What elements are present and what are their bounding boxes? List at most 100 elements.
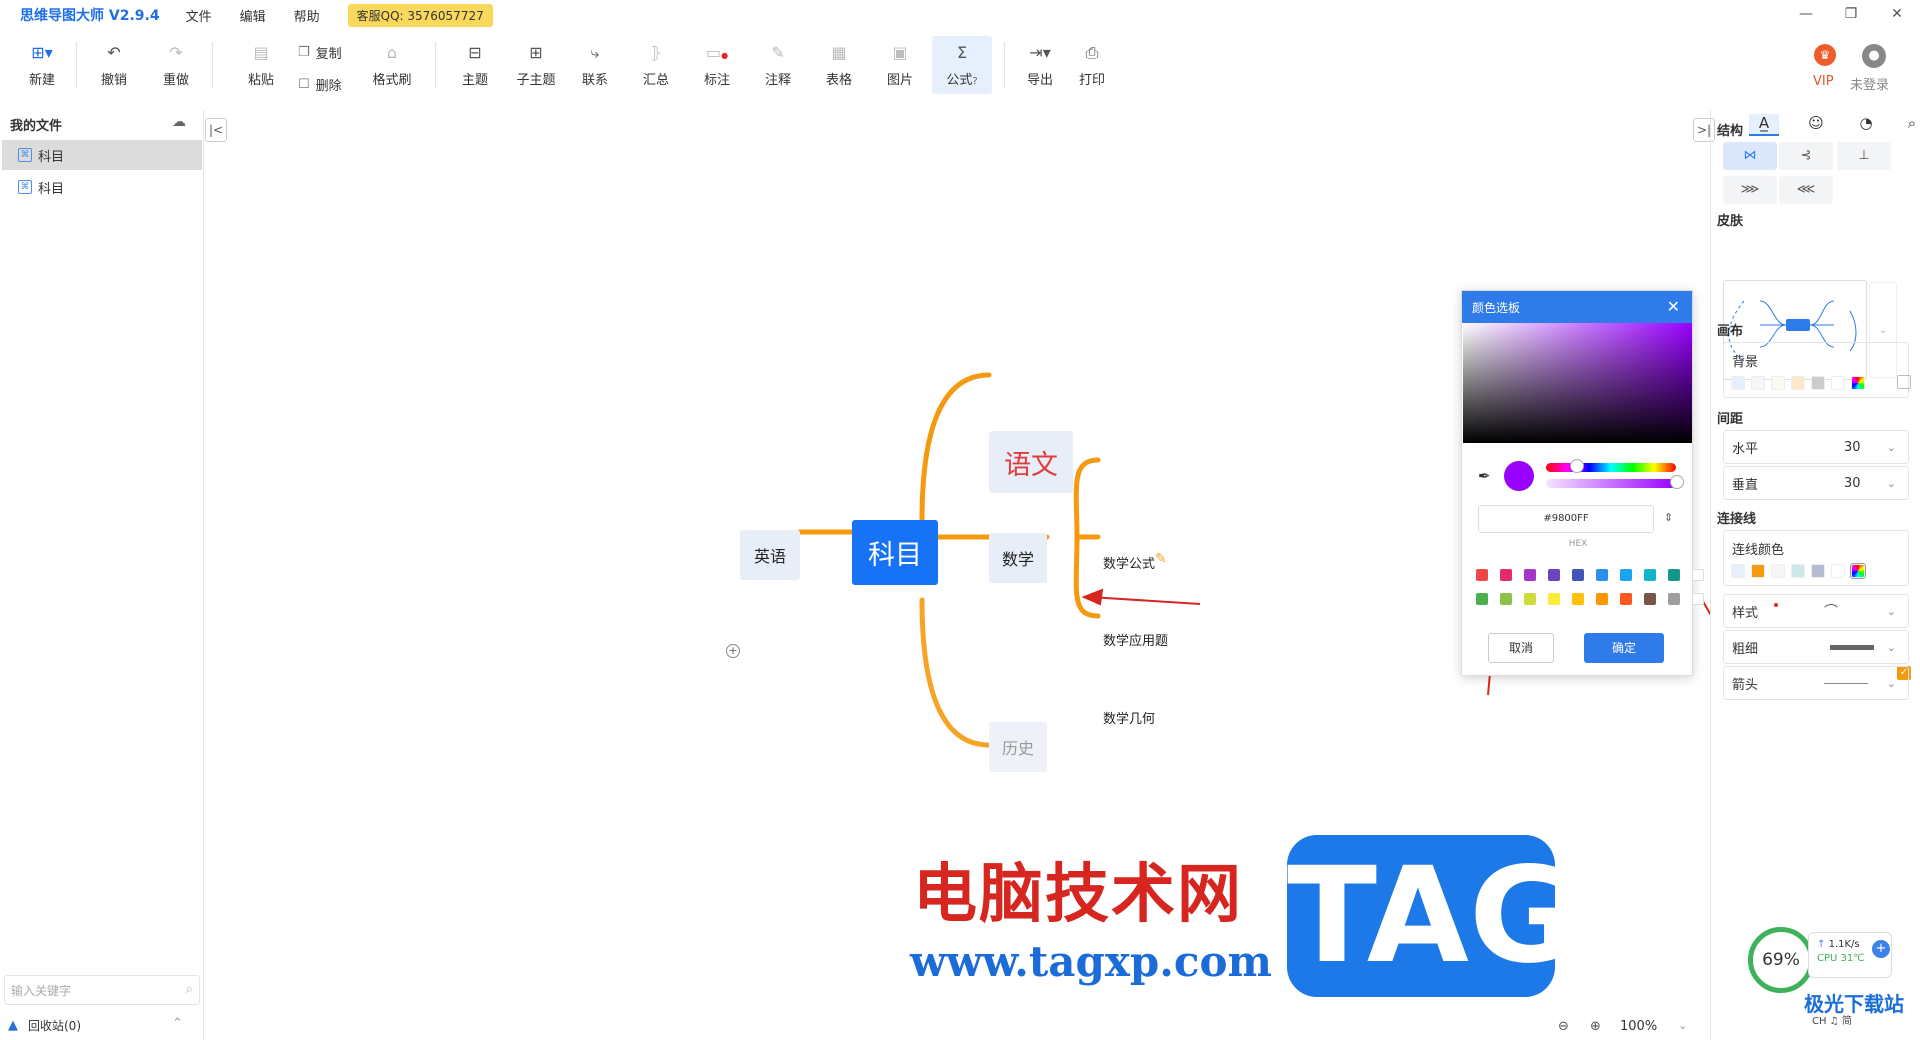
tab-search[interactable]: ⌕ <box>1897 114 1920 136</box>
topic-node-chinese[interactable]: 语文 <box>989 431 1073 493</box>
color-swatch[interactable] <box>1811 376 1825 390</box>
copy-button[interactable]: ❐ 复制 <box>298 42 342 62</box>
recycle-bin[interactable]: ▲ 回收站(0) <box>8 1017 81 1034</box>
format-brush-button[interactable]: ⌂ 格式刷 <box>369 36 415 94</box>
background-checkbox[interactable] <box>1897 375 1911 389</box>
zoom-level[interactable]: 100% <box>1620 1019 1657 1034</box>
preset-color-swatch[interactable] <box>1572 569 1584 581</box>
horizontal-spacing-select[interactable]: 水平 30 ⌄ <box>1723 430 1909 464</box>
zoom-out-icon[interactable]: ⊖ <box>1558 1019 1569 1034</box>
image-button[interactable]: ▣ 图片 <box>882 36 918 94</box>
link-button[interactable]: ⤷ 联系 <box>577 36 613 94</box>
line-style-select[interactable]: 样式 ⌒ ⌄ <box>1723 594 1909 628</box>
preset-color-swatch[interactable] <box>1548 569 1560 581</box>
vip-label[interactable]: VIP <box>1813 74 1834 89</box>
close-icon[interactable]: ✕ <box>1667 297 1680 316</box>
preset-color-swatch[interactable] <box>1500 593 1512 605</box>
topic-button[interactable]: ⊟ 主题 <box>457 36 493 94</box>
structure-org-button[interactable]: ⊥ <box>1837 142 1891 170</box>
hue-slider-handle[interactable] <box>1570 459 1584 473</box>
menu-help[interactable]: 帮助 <box>294 6 320 25</box>
structure-fishbone-left-button[interactable]: ⋘ <box>1779 176 1833 204</box>
undo-button[interactable]: ↶ 撤销 <box>96 36 132 94</box>
custom-color-icon[interactable] <box>1851 376 1865 390</box>
hue-slider[interactable] <box>1546 463 1676 472</box>
search-icon[interactable]: ⌕ <box>186 982 193 997</box>
color-swatch[interactable] <box>1731 564 1745 578</box>
preset-color-swatch[interactable] <box>1692 593 1704 605</box>
topic-node-history[interactable]: 历史 <box>989 722 1047 772</box>
line-thickness-select[interactable]: 粗细 ⌄ <box>1723 630 1909 664</box>
file-search-input[interactable]: 输入关键字 ⌕ <box>4 975 200 1005</box>
menu-file[interactable]: 文件 <box>186 6 212 25</box>
crown-icon[interactable]: ♛ <box>1814 44 1836 66</box>
preset-color-swatch[interactable] <box>1476 569 1488 581</box>
preset-color-swatch[interactable] <box>1524 569 1536 581</box>
alpha-slider-handle[interactable] <box>1670 475 1684 489</box>
subtopic-button[interactable]: ⊞ 子主题 <box>513 36 559 94</box>
subtopic-node[interactable]: 数学应用题 <box>1103 630 1168 649</box>
preset-color-swatch[interactable] <box>1476 593 1488 605</box>
mark-button[interactable]: ▭● 标注 <box>699 36 735 94</box>
color-swatch[interactable] <box>1791 376 1805 390</box>
close-window-icon[interactable]: ✕ <box>1887 6 1907 22</box>
paste-button[interactable]: ▤ 粘贴 <box>243 36 279 94</box>
cloud-sync-icon[interactable]: ☁ <box>172 114 186 130</box>
zoom-in-icon[interactable]: ⊕ <box>1590 1019 1601 1034</box>
alpha-slider[interactable] <box>1546 479 1676 488</box>
redo-button[interactable]: ↷ 重做 <box>158 36 194 94</box>
expand-node-icon[interactable]: + <box>726 644 740 658</box>
chevron-down-icon[interactable]: ⌄ <box>1678 1019 1687 1032</box>
subtopic-node[interactable]: 数学公式 <box>1103 553 1155 572</box>
preset-color-swatch[interactable] <box>1500 569 1512 581</box>
export-button[interactable]: ⇥▾ 导出 <box>1016 36 1064 94</box>
format-toggle-icon[interactable]: ⇕ <box>1664 511 1673 524</box>
minimize-icon[interactable]: — <box>1796 6 1816 22</box>
root-node[interactable]: 科目 <box>852 520 938 585</box>
preset-color-swatch[interactable] <box>1596 569 1608 581</box>
summary-button[interactable]: ⦄ 汇总 <box>638 36 674 94</box>
color-swatch[interactable] <box>1751 376 1765 390</box>
subtopic-node[interactable]: 数学几何 <box>1103 708 1155 727</box>
print-button[interactable]: ⎙ 打印 <box>1074 36 1110 94</box>
tab-theme[interactable]: ◔ <box>1851 114 1881 136</box>
structure-fishbone-right-button[interactable]: ⋙ <box>1723 176 1777 204</box>
new-button[interactable]: ⊞▾ 新建 <box>20 36 64 94</box>
formula-button[interactable]: Σ 公式? <box>932 36 992 94</box>
preset-color-swatch[interactable] <box>1668 593 1680 605</box>
color-swatch[interactable] <box>1731 376 1745 390</box>
user-avatar-icon[interactable]: ● <box>1862 44 1886 68</box>
topic-node-english[interactable]: 英语 <box>740 530 800 580</box>
color-swatch[interactable] <box>1791 564 1805 578</box>
structure-right-button[interactable]: ⊰ <box>1779 142 1833 170</box>
table-button[interactable]: ▦ 表格 <box>821 36 857 94</box>
hex-input[interactable]: #9800FF <box>1478 505 1654 533</box>
file-item[interactable]: ⌘ 科目 <box>2 140 202 170</box>
transparent-swatch[interactable] <box>1831 564 1845 578</box>
transparent-swatch[interactable] <box>1831 376 1845 390</box>
color-swatch[interactable] <box>1751 564 1765 578</box>
color-swatch[interactable] <box>1771 564 1785 578</box>
preset-color-swatch[interactable] <box>1692 569 1704 581</box>
preset-color-swatch[interactable] <box>1596 593 1608 605</box>
delete-button[interactable]: ☐ 删除 <box>298 74 342 94</box>
preset-color-swatch[interactable] <box>1572 593 1584 605</box>
menu-edit[interactable]: 编辑 <box>240 6 266 25</box>
structure-mindmap-button[interactable]: ⋈ <box>1723 142 1777 170</box>
preset-color-swatch[interactable] <box>1668 569 1680 581</box>
eyedropper-icon[interactable]: ✒ <box>1478 467 1491 485</box>
cancel-button[interactable]: 取消 <box>1488 633 1554 663</box>
performance-gauge[interactable]: 69% <box>1748 927 1814 993</box>
line-arrow-select[interactable]: 箭头 ⌄ <box>1723 666 1909 700</box>
color-swatch[interactable] <box>1811 564 1825 578</box>
plus-icon[interactable]: + <box>1872 940 1890 958</box>
preset-color-swatch[interactable] <box>1644 569 1656 581</box>
color-swatch[interactable] <box>1771 376 1785 390</box>
chevron-up-icon[interactable]: ⌃ <box>172 1016 183 1031</box>
restore-icon[interactable]: ❐ <box>1841 6 1861 22</box>
preset-color-swatch[interactable] <box>1644 593 1656 605</box>
note-icon[interactable]: ✎ <box>1155 551 1171 567</box>
preset-color-swatch[interactable] <box>1620 593 1632 605</box>
qq-support-badge[interactable]: 客服QQ: 3576057727 <box>347 3 493 27</box>
vertical-spacing-select[interactable]: 垂直 30 ⌄ <box>1723 466 1909 500</box>
